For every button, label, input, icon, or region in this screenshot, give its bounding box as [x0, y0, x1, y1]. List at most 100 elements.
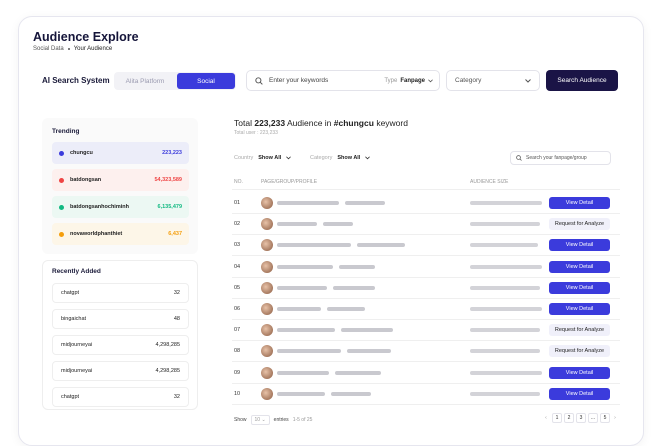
total-mid: Audience in	[286, 118, 332, 128]
page-size-select[interactable]: 10 ⌄	[250, 415, 270, 425]
audience-size-placeholder	[470, 349, 540, 354]
total-count: 223,233	[254, 118, 286, 128]
page-detail-placeholder	[323, 222, 353, 227]
keyword-search[interactable]: Enter your keywords Type Fanpage	[246, 70, 440, 91]
type-label: Type	[384, 77, 398, 84]
recent-item[interactable]: bingaichat 48	[52, 309, 189, 329]
avatar	[261, 218, 273, 231]
view-detail-button[interactable]: View Detail	[549, 281, 610, 294]
category-filter[interactable]: Category Show All	[310, 155, 371, 161]
avatar	[261, 260, 273, 273]
page-button[interactable]: ...	[588, 413, 598, 423]
system-label: AI Search System	[42, 76, 110, 85]
page-button[interactable]: 5	[600, 413, 610, 423]
breadcrumb-separator	[67, 48, 70, 50]
avatar	[261, 345, 273, 358]
trending-item-name: novaworldphanthiet	[70, 231, 123, 237]
row-number: 02	[234, 221, 241, 228]
breadcrumb: Social Data Your Audience	[33, 46, 112, 52]
country-label: Country	[234, 155, 254, 161]
page-button[interactable]: 1	[552, 413, 562, 423]
recent-item[interactable]: chatgpt 32	[52, 283, 189, 303]
trending-item[interactable]: batdongsanhochiminh 6,135,479	[52, 196, 189, 218]
page-name-placeholder	[277, 285, 327, 290]
page-name-placeholder	[277, 391, 325, 396]
page-detail-placeholder	[341, 328, 393, 333]
trending-item-name: batdongsanhochiminh	[70, 204, 129, 210]
status-dot-icon	[59, 177, 64, 183]
recent-item[interactable]: midjourneyai 4,298,285	[52, 361, 189, 381]
view-detail-button[interactable]: View Detail	[549, 303, 610, 315]
trending-item[interactable]: batdongsan 54,323,589	[52, 169, 189, 191]
status-dot-icon	[59, 150, 64, 156]
chevron-right-icon[interactable]: ›	[612, 413, 618, 423]
category-select[interactable]: Category	[446, 70, 540, 91]
search-audience-button[interactable]: Search Audience	[546, 70, 618, 91]
row-number: 01	[234, 200, 241, 206]
recent-item-count: 4,298,285	[155, 368, 180, 374]
type-select[interactable]: Type Fanpage	[384, 78, 433, 84]
type-value: Fanpage	[400, 77, 425, 84]
recent-item-count: 4,298,285	[155, 342, 180, 348]
audience-size-placeholder	[470, 222, 540, 227]
page-size-value: 10	[254, 417, 261, 423]
request-analyze-button[interactable]: Request for Analyze	[549, 345, 610, 358]
column-header: PAGE/GROUP/PROFILE	[261, 179, 318, 185]
view-detail-button[interactable]: View Detail	[549, 366, 610, 379]
view-detail-button[interactable]: View Detail	[549, 197, 610, 209]
breadcrumb-item[interactable]: Social Data	[33, 46, 64, 52]
table-row: 05 View Detail	[234, 279, 620, 300]
recent-item-name: chatgpt	[61, 394, 80, 400]
breadcrumb-item: Your Audience	[73, 46, 113, 52]
country-filter[interactable]: Country Show All	[234, 155, 292, 161]
recent-title: Recently Added	[52, 268, 101, 275]
total-heading: Total 223,233 Audience in #chungcu keywo…	[234, 118, 408, 128]
recent-item-name: midjourneyai	[61, 342, 93, 348]
trending-item[interactable]: novaworldphanthiet 6,437	[52, 223, 189, 245]
search-input[interactable]: Enter your keywords	[269, 77, 384, 84]
recent-item[interactable]: midjourneyai 4,298,285	[52, 335, 189, 355]
audience-size-placeholder	[470, 370, 542, 375]
trending-item-count: 223,223	[162, 150, 182, 156]
table-row: 02 Request for Analyze	[234, 215, 620, 236]
page-name-placeholder	[277, 349, 341, 354]
view-detail-button[interactable]: View Detail	[549, 260, 610, 273]
page-button[interactable]: 2	[564, 413, 574, 423]
request-analyze-button[interactable]: Request for Analyze	[549, 218, 610, 231]
avatar	[261, 197, 273, 209]
table-row: 08 Request for Analyze	[234, 342, 620, 363]
table-footer: Show 10 ⌄ entries 1-5 of 25	[234, 415, 312, 425]
table-row: 06 View Detail	[234, 300, 620, 321]
avatar	[261, 366, 273, 379]
table-row: 01 View Detail	[234, 194, 620, 215]
recent-item-count: 32	[173, 290, 180, 296]
page-button[interactable]: 3	[576, 413, 586, 423]
request-analyze-button[interactable]: Request for Analyze	[549, 324, 610, 337]
chevron-left-icon[interactable]: ‹	[541, 413, 551, 423]
chevron-down-icon	[525, 78, 531, 83]
tab-social[interactable]: Social	[177, 73, 235, 89]
page-name-placeholder	[277, 222, 317, 227]
search-icon	[255, 76, 263, 85]
page-detail-placeholder	[345, 201, 385, 205]
recent-item-name: bingaichat	[61, 316, 87, 322]
row-divider	[232, 319, 620, 320]
status-dot-icon	[59, 231, 64, 237]
page-detail-placeholder	[333, 285, 375, 290]
trending-item[interactable]: chungcu 223,223	[52, 142, 189, 164]
recent-item-count: 32	[173, 394, 180, 400]
recent-item[interactable]: chatgpt 32	[52, 387, 189, 407]
trending-item-name: batdongsan	[70, 177, 102, 183]
table-row: 09 View Detail	[234, 364, 620, 385]
total-tag: #chungcu	[333, 118, 374, 128]
row-divider	[232, 403, 620, 405]
entries-label: entries	[273, 417, 289, 423]
trending-item-count: 6,135,479	[157, 204, 182, 210]
table-row: 03 View Detail	[234, 236, 620, 257]
tab-alita-platform[interactable]: Alita Platform	[114, 72, 176, 90]
group-search-input[interactable]: Search your fanpage/group	[510, 151, 611, 165]
view-detail-button[interactable]: View Detail	[549, 239, 610, 252]
platform-toggle: Alita Platform Social	[114, 72, 236, 90]
view-detail-button[interactable]: View Detail	[549, 387, 610, 400]
header-divider	[232, 189, 620, 190]
